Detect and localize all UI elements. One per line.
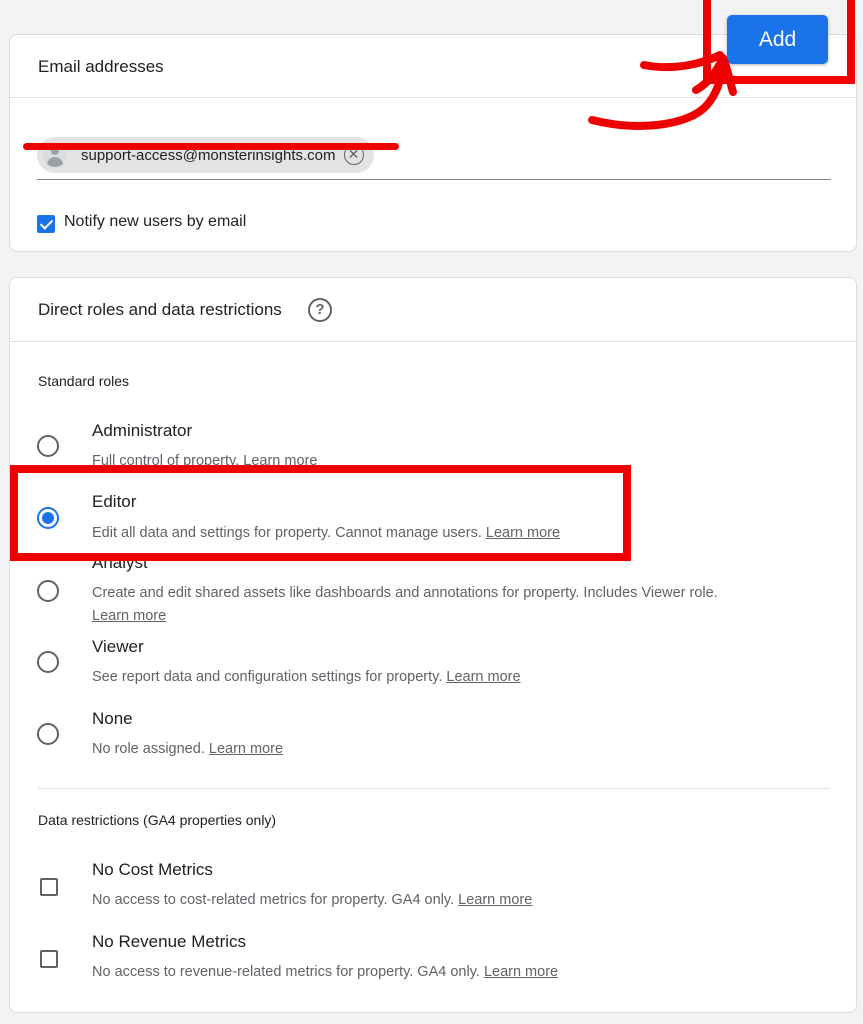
role-desc-none: No role assigned. Learn more xyxy=(92,738,832,761)
radio-administrator[interactable] xyxy=(37,435,59,457)
role-title-viewer: Viewer xyxy=(92,637,144,656)
restriction-title-no-cost: No Cost Metrics xyxy=(92,860,213,879)
radio-none[interactable] xyxy=(37,723,59,745)
role-desc-analyst: Create and edit shared assets like dashb… xyxy=(92,582,832,628)
data-restrictions-label: Data restrictions (GA4 properties only) xyxy=(38,812,277,828)
help-icon[interactable]: ? xyxy=(308,298,332,322)
notify-checkbox[interactable] xyxy=(37,215,55,233)
radio-analyst[interactable] xyxy=(37,580,59,602)
roles-card-title: Direct roles and data restrictions xyxy=(38,300,282,319)
annotation-box-editor xyxy=(10,465,631,561)
learn-more-link[interactable]: Learn more xyxy=(92,608,166,624)
section-divider xyxy=(38,788,830,789)
role-title-administrator: Administrator xyxy=(92,421,193,440)
notify-label: Notify new users by email xyxy=(64,213,247,230)
learn-more-link[interactable]: Learn more xyxy=(458,892,532,908)
radio-viewer[interactable] xyxy=(37,651,59,673)
role-desc-text: See report data and configuration settin… xyxy=(92,669,443,685)
learn-more-link[interactable]: Learn more xyxy=(209,741,283,757)
role-desc-viewer: See report data and configuration settin… xyxy=(92,666,832,689)
checkbox-no-revenue-metrics[interactable] xyxy=(40,950,58,968)
learn-more-link[interactable]: Learn more xyxy=(446,669,520,685)
role-desc-text: Create and edit shared assets like dashb… xyxy=(92,585,718,601)
checkbox-no-cost-metrics[interactable] xyxy=(40,878,58,896)
roles-card: Direct roles and data restrictions ? Sta… xyxy=(9,277,857,1013)
restriction-desc-no-cost: No access to cost-related metrics for pr… xyxy=(92,889,832,912)
restriction-desc-text: No access to cost-related metrics for pr… xyxy=(92,892,455,908)
learn-more-link[interactable]: Learn more xyxy=(484,964,558,980)
role-desc-text: No role assigned. xyxy=(92,741,205,757)
restriction-title-no-revenue: No Revenue Metrics xyxy=(92,932,247,951)
standard-roles-label: Standard roles xyxy=(38,373,130,389)
restriction-desc-text: No access to revenue-related metrics for… xyxy=(92,964,480,980)
restriction-desc-no-revenue: No access to revenue-related metrics for… xyxy=(92,961,832,984)
role-title-none: None xyxy=(92,709,133,728)
annotation-arrow-icon xyxy=(588,51,737,130)
roles-card-header: Direct roles and data restrictions ? xyxy=(10,278,856,342)
